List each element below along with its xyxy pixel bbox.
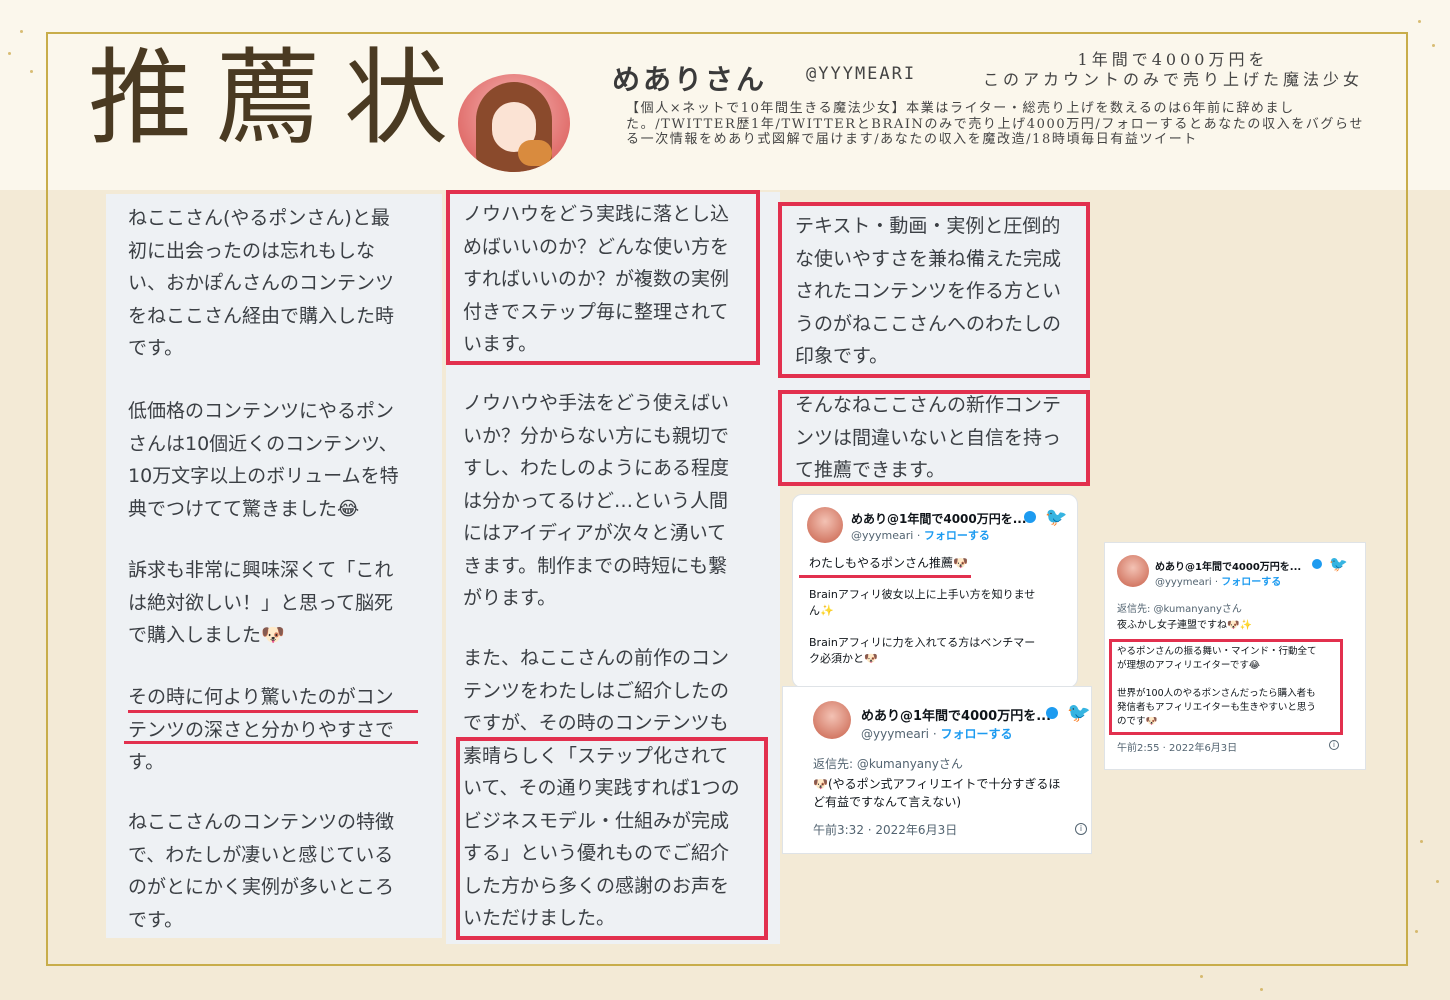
avatar: [807, 507, 843, 543]
tweet-timestamp: 午前3:32 · 2022年6月3日: [813, 823, 958, 837]
tweet-handle: @yyymeari · フォローする: [851, 529, 990, 542]
tweet-reply-to: 返信先: @kumanyanyさん: [1117, 604, 1242, 615]
page-title: 推薦状: [88, 37, 473, 159]
col1-paragraph-3: 訴求も非常に興味深くて「これ は絶対欲しい！」と思って脳死 で購入しました🐶: [128, 559, 394, 646]
glitter-speck: [1436, 880, 1439, 883]
tweet-author-name: めあり@1年間で4000万円を...: [851, 512, 1027, 526]
highlight-box: [456, 737, 768, 940]
tweet-author-name: めあり@1年間で4000万円を...: [861, 709, 1052, 724]
follow-link[interactable]: フォローする: [1221, 577, 1281, 588]
tweet-handle: @yyymeari · フォローする: [1155, 577, 1282, 588]
avatar: [1117, 555, 1149, 587]
glitter-speck: [8, 52, 11, 55]
avatar: [458, 74, 570, 172]
info-icon[interactable]: i: [1329, 740, 1339, 750]
info-icon[interactable]: i: [1075, 823, 1087, 835]
tweet-card-1[interactable]: めあり@1年間で4000万円を... 🐦 @yyymeari · フォローする …: [792, 494, 1078, 688]
tweet-card-3[interactable]: めあり@1年間で4000万円を... 🐦 @yyymeari · フォローする …: [1104, 542, 1366, 770]
col1-paragraph-1: ねここさん(やるポンさん)と最 初に出会ったのは忘れもしな い、おかぽんさんのコ…: [128, 207, 395, 359]
highlight-box: [778, 390, 1090, 486]
tweet-text: 🐶(やるポン式アフィリエイトで十分すぎるほ ど有益ですなんて言えない): [813, 777, 1061, 809]
glitter-speck: [1420, 840, 1423, 843]
highlight-box: [446, 190, 760, 365]
profile-name: めありさん: [612, 63, 768, 96]
glitter-speck: [1432, 44, 1435, 47]
highlight-underline: [799, 575, 971, 578]
twitter-bird-icon: 🐦: [1067, 702, 1091, 724]
profile-handle: @YYYMEARI: [806, 64, 917, 84]
tweet-text: Brainアフィリ彼女以上に上手い方を知りませ ん✨: [809, 588, 1036, 617]
col1-paragraph-2: 低価格のコンテンツにやるポン さんは10個近くのコンテンツ、 10万文字以上のボ…: [128, 400, 399, 520]
highlight-underline: [124, 741, 418, 744]
twitter-bird-icon: 🐦: [1329, 555, 1348, 573]
verified-badge-icon: [1312, 559, 1322, 569]
highlight-underline: [128, 710, 418, 713]
col1-paragraph-4: その時に何より驚いたのがコン テンツの深さと分かりやすさで す。: [128, 686, 395, 773]
follow-link[interactable]: フォローする: [924, 529, 990, 542]
tweet-handle: @yyymeari · フォローする: [861, 727, 1013, 741]
tweet-timestamp: 午前2:55 · 2022年6月3日: [1117, 743, 1238, 754]
verified-badge-icon: [1024, 511, 1036, 523]
profile-bio: 【個人×ネットで10年間生きる魔法少女】本業はライター・総売り上げを数えるのは6…: [626, 101, 1364, 147]
glitter-speck: [20, 30, 23, 33]
tweet-author-name: めあり@1年間で4000万円を...: [1155, 562, 1302, 573]
highlight-box: [778, 202, 1090, 378]
glitter-speck: [1260, 988, 1263, 991]
tweet-reply-to: 返信先: @kumanyanyさん: [813, 757, 963, 771]
glitter-speck: [1415, 930, 1418, 933]
avatar: [813, 701, 851, 739]
tweet-card-2[interactable]: めあり@1年間で4000万円を... 🐦 @yyymeari · フォローする …: [782, 686, 1092, 854]
verified-badge-icon: [1046, 707, 1058, 719]
tweet-text: 夜ふかし女子連盟ですね🐶✨: [1117, 620, 1252, 631]
highlight-box: [1109, 639, 1343, 735]
profile-tagline: 1年間で4000万円を このアカウントのみで売り上げた魔法少女: [982, 50, 1363, 89]
glitter-speck: [1200, 975, 1203, 978]
follow-link[interactable]: フォローする: [940, 727, 1012, 741]
tweet-text: わたしもやるポンさん推薦🐶: [809, 556, 968, 570]
col2-paragraph-2: ノウハウや手法をどう使えばい いか？分からない方にも親切で すし、わたしのように…: [463, 392, 730, 609]
glitter-speck: [30, 70, 33, 73]
tweet-text: Brainアフィリに力を入れてる方はベンチマー ク必須かと🐶: [809, 636, 1036, 665]
glitter-speck: [1418, 20, 1421, 23]
twitter-bird-icon: 🐦: [1045, 507, 1068, 528]
col1-paragraph-5: ねここさんのコンテンツの特徴 で、わたしが凄いと感じている のがとにかく実例が多…: [128, 811, 395, 931]
